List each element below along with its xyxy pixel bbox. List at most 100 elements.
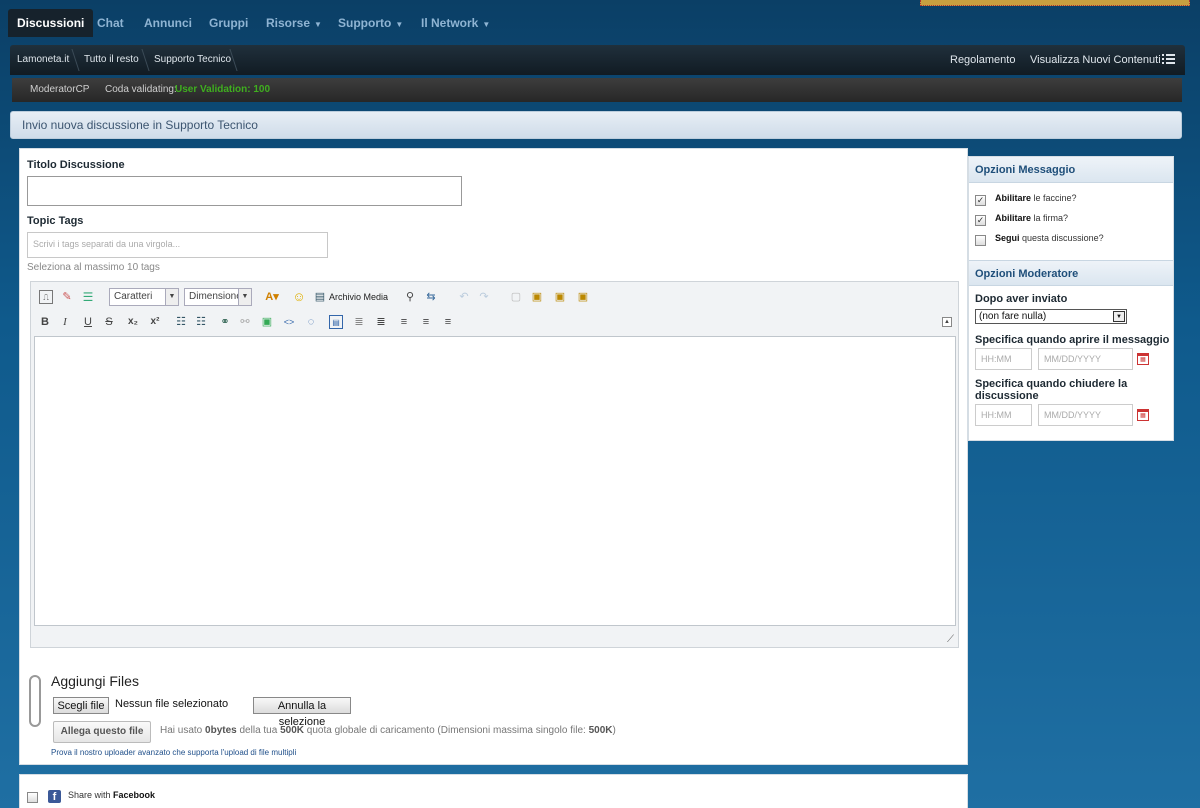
strike-icon[interactable]: S — [102, 315, 116, 329]
follow-topic-checkbox[interactable] — [975, 235, 986, 246]
facebook-icon: f — [48, 790, 61, 803]
follow-topic-label: Segui questa discussione? — [995, 233, 1104, 243]
nav-gruppi[interactable]: Gruppi — [201, 9, 256, 37]
advanced-uploader-link[interactable]: Prova il nostro uploader avanzato che su… — [51, 748, 296, 757]
moderator-options-header: Opzioni Moderatore — [969, 260, 1173, 286]
after-post-label: Dopo aver inviato — [975, 293, 1068, 305]
chevron-down-icon: ▼ — [482, 20, 491, 29]
new-content-link[interactable]: Visualizza Nuovi Contenuti — [1030, 45, 1161, 75]
cancel-selection-button[interactable]: Annulla la selezione — [253, 697, 351, 728]
attach-file-button[interactable]: Allega questo file — [53, 721, 151, 743]
close-date-input[interactable]: MM/DD/YYYY — [1038, 404, 1133, 426]
close-time-input[interactable]: HH:MM — [975, 404, 1032, 426]
align-center-icon[interactable]: ≡ — [419, 315, 433, 329]
align-right-icon[interactable]: ≡ — [441, 315, 455, 329]
paste-word-icon[interactable]: ▣ — [576, 290, 590, 304]
enable-signature-checkbox[interactable]: ✓ — [975, 215, 986, 226]
cut-icon[interactable]: ▢ — [509, 290, 523, 304]
eraser-icon[interactable]: ✎ — [60, 290, 74, 304]
switch-mode-icon[interactable]: ☰ — [81, 290, 95, 304]
breadcrumb: Lamoneta.it Tutto il resto Supporto Tecn… — [10, 45, 1185, 75]
ad-banner[interactable] — [920, 0, 1190, 6]
quote-icon[interactable]: ◌ — [304, 315, 318, 329]
nav-annunci[interactable]: Annunci — [136, 9, 200, 37]
tags-input[interactable]: Scrivi i tags separati da una virgola... — [27, 232, 328, 258]
nav-risorse[interactable]: Risorse ▼ — [258, 9, 330, 37]
media-archive-button[interactable]: Archivio Media — [329, 290, 388, 304]
nav-chat[interactable]: Chat — [89, 9, 132, 37]
link-icon[interactable]: ⚭ — [218, 315, 232, 329]
calendar-icon[interactable]: ▦ — [1137, 353, 1149, 365]
moderator-bar: ModeratorCP Coda validating: User Valida… — [12, 78, 1182, 102]
size-select[interactable]: Dimensione ▼ — [184, 288, 252, 306]
rules-link[interactable]: Regolamento — [950, 45, 1015, 75]
sidebar: Opzioni Messaggio ✓ Abilitare le faccine… — [968, 156, 1174, 441]
message-editor-area[interactable] — [34, 336, 956, 626]
remove-format-icon[interactable]: ⎍ — [39, 290, 53, 304]
unordered-list-icon[interactable]: ☷ — [194, 315, 208, 329]
share-facebook-checkbox[interactable] — [27, 792, 38, 803]
list-menu-icon[interactable] — [1162, 54, 1175, 66]
title-input[interactable] — [27, 176, 462, 206]
page-title: Invio nuova discussione in Supporto Tecn… — [10, 111, 1182, 139]
subscript-icon[interactable]: x₂ — [126, 315, 140, 329]
share-box: f Share with Facebook — [19, 774, 968, 808]
font-select[interactable]: Caratteri ▼ — [109, 288, 179, 306]
image-icon[interactable]: ▣ — [260, 315, 274, 329]
open-date-input[interactable]: MM/DD/YYYY — [1038, 348, 1133, 370]
table-icon[interactable]: ▤ — [329, 315, 343, 329]
chevron-down-icon: ▼ — [165, 289, 178, 305]
outdent-icon[interactable]: ≣ — [352, 315, 366, 329]
tags-label: Topic Tags — [27, 215, 84, 227]
nav-supporto[interactable]: Supporto ▼ — [330, 9, 411, 37]
redo-icon[interactable]: ↷ — [477, 290, 491, 304]
moderatorcp-link[interactable]: ModeratorCP — [30, 78, 89, 102]
copy-icon[interactable]: ▣ — [530, 290, 544, 304]
nav-il-network[interactable]: Il Network ▼ — [413, 9, 498, 37]
validation-queue-label: Coda validating: — [105, 84, 177, 95]
chevron-down-icon: ▼ — [395, 20, 404, 29]
upload-quota-text: Hai usato 0bytes della tua 500K quota gl… — [160, 725, 616, 736]
no-file-text: Nessun file selezionato — [115, 698, 229, 710]
breadcrumb-lamoneta[interactable]: Lamoneta.it — [17, 45, 69, 75]
ordered-list-icon[interactable]: ☷ — [174, 315, 188, 329]
enable-signature-label: Abilitare la firma? — [995, 213, 1069, 223]
undo-icon[interactable]: ↶ — [457, 290, 471, 304]
paste-icon[interactable]: ▣ — [553, 290, 567, 304]
user-validation-link[interactable]: User Validation: 100 — [175, 78, 270, 102]
nav-discussioni[interactable]: Discussioni — [8, 9, 94, 37]
enable-smilies-checkbox[interactable]: ✓ — [975, 195, 986, 206]
title-label: Titolo Discussione — [27, 159, 125, 171]
chevron-down-icon: ▼ — [238, 289, 251, 305]
chevron-down-icon: ▼ — [314, 20, 322, 29]
paperclip-icon — [29, 675, 41, 727]
collapse-toolbar-icon[interactable]: ▲ — [942, 317, 952, 327]
align-left-icon[interactable]: ≡ — [397, 315, 411, 329]
media-icon[interactable]: ▤ — [313, 290, 327, 304]
superscript-icon[interactable]: x² — [148, 315, 162, 329]
replace-icon[interactable]: ⇆ — [424, 290, 438, 304]
breadcrumb-tutto-il-resto[interactable]: Tutto il resto — [84, 45, 139, 75]
binoculars-icon[interactable]: ⚲ — [403, 290, 417, 304]
tags-hint: Seleziona al massimo 10 tags — [27, 262, 160, 273]
code-icon[interactable]: <> — [282, 315, 296, 329]
italic-icon[interactable]: I — [58, 315, 72, 329]
close-time-label: Specifica quando chiudere la discussione — [975, 378, 1128, 402]
text-color-icon[interactable]: A▾ — [263, 290, 281, 304]
bold-icon[interactable]: B — [38, 315, 52, 329]
share-label: Share with Facebook — [68, 790, 156, 800]
top-navigation: Discussioni Chat Annunci Gruppi Risorse ▼… — [0, 0, 1200, 44]
after-post-select[interactable]: (non fare nulla) ▼ — [975, 309, 1127, 324]
smiley-icon[interactable]: ☺ — [292, 290, 306, 304]
underline-icon[interactable]: U — [81, 315, 95, 329]
unlink-icon[interactable]: ⚯ — [238, 315, 252, 329]
indent-icon[interactable]: ≣ — [374, 315, 388, 329]
choose-file-button[interactable]: Scegli file — [53, 697, 109, 714]
breadcrumb-supporto-tecnico[interactable]: Supporto Tecnico — [154, 45, 231, 75]
message-options-header: Opzioni Messaggio — [969, 157, 1173, 183]
calendar-icon[interactable]: ▦ — [1137, 409, 1149, 421]
resize-grip-icon[interactable]: ⟋ — [947, 634, 954, 645]
open-time-input[interactable]: HH:MM — [975, 348, 1032, 370]
open-time-label: Specifica quando aprire il messaggio — [975, 334, 1170, 346]
attach-files-title: Aggiungi Files — [51, 673, 139, 689]
